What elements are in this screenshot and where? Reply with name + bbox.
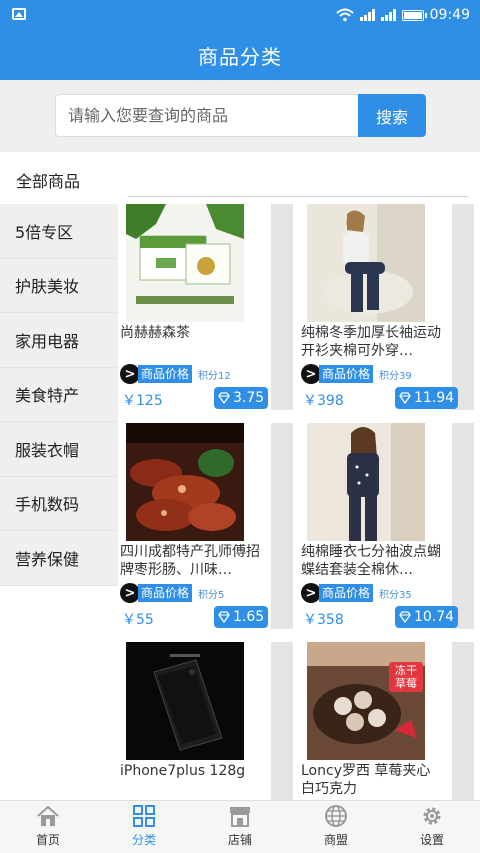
product-name: Loncy罗西 草莓夹心白巧克力: [301, 763, 431, 797]
search-input[interactable]: 请输入您要查询的商品: [55, 94, 359, 137]
divider: [128, 196, 468, 197]
home-icon: [37, 805, 59, 826]
product-image-pajamas: [307, 423, 425, 541]
chevron-right-icon: >: [301, 583, 321, 603]
bottom-nav: 首页 分类 店铺 商盟 设置: [0, 800, 480, 853]
sidebar-item-appliances[interactable]: 家用电器: [0, 313, 118, 368]
product-name: 尚赫赫森茶: [120, 325, 190, 341]
signal-icon: [359, 9, 375, 21]
product-name: 四川成都特产孔师傅招牌枣形肠、川味…: [120, 544, 260, 578]
product-price: ￥55: [122, 612, 154, 628]
gem-badge: 11.94: [395, 387, 459, 409]
sidebar-item-skincare[interactable]: 护肤美妆: [0, 258, 118, 313]
globe-icon: [325, 805, 347, 827]
price-tag: 商品价格: [138, 584, 193, 602]
category-all-label: 全部商品: [16, 172, 81, 191]
image-notification-icon: [12, 8, 26, 20]
product-card[interactable]: 四川成都特产孔师傅招牌枣形肠、川味… > 商品价格 积分5 ￥55 1.65: [118, 423, 293, 629]
diamond-icon: [218, 611, 230, 624]
product-name: iPhone7plus 128g: [120, 763, 246, 779]
search-bar: 请输入您要查询的商品 搜索: [0, 80, 480, 152]
category-icon: [133, 805, 155, 827]
gear-icon: [423, 807, 441, 825]
sidebar-item-5x[interactable]: 5倍专区: [0, 204, 118, 259]
gem-badge: 10.74: [395, 606, 459, 628]
points: 积分39: [379, 370, 412, 382]
diamond-icon: [218, 392, 230, 405]
sidebar-item-digital[interactable]: 手机数码: [0, 476, 118, 531]
product-name: 纯棉冬季加厚长袖运动开衫夹棉可外穿…: [301, 325, 441, 359]
battery-icon: [401, 9, 427, 21]
nav-category[interactable]: 分类: [96, 801, 192, 853]
points: 积分35: [379, 589, 412, 601]
nav-home[interactable]: 首页: [0, 801, 96, 853]
gem-badge: 3.75: [214, 387, 269, 409]
product-card[interactable]: 纯棉冬季加厚长袖运动开衫夹棉可外穿… > 商品价格 积分39 ￥398 11.9…: [299, 204, 474, 410]
points: 积分5: [198, 589, 225, 601]
diamond-icon: [399, 392, 411, 405]
product-image-chocolate: 冻干草莓: [307, 642, 425, 760]
chevron-right-icon: >: [120, 583, 140, 603]
product-image-sweater: [307, 204, 425, 322]
search-button[interactable]: 搜索: [358, 94, 426, 137]
sidebar-item-food[interactable]: 美食特产: [0, 367, 118, 422]
signal-2-icon: [380, 9, 396, 21]
product-price: ￥125: [122, 393, 163, 409]
sidebar-item-clothing[interactable]: 服装衣帽: [0, 422, 118, 477]
price-tag: 商品价格: [319, 365, 374, 383]
page-header: 商品分类: [0, 30, 480, 80]
price-tag: 商品价格: [319, 584, 374, 602]
chevron-right-icon: >: [120, 364, 140, 384]
chevron-right-icon: >: [301, 364, 321, 384]
page-title: 商品分类: [198, 44, 282, 69]
product-image-phone: [126, 642, 244, 760]
nav-alliance[interactable]: 商盟: [288, 801, 384, 853]
diamond-icon: [399, 611, 411, 624]
wifi-icon: [335, 8, 354, 22]
status-time: 09:49: [429, 7, 470, 23]
product-price: ￥398: [303, 393, 344, 409]
price-tag: 商品价格: [138, 365, 193, 383]
shop-icon: [230, 807, 250, 827]
sidebar-item-health[interactable]: 营养保健: [0, 531, 118, 586]
gem-badge: 1.65: [214, 606, 269, 628]
category-sidebar: 5倍专区 护肤美妆 家用电器 美食特产 服装衣帽 手机数码 营养保健: [0, 204, 118, 586]
product-card[interactable]: iPhone7plus 128g: [118, 642, 293, 800]
chocolate-image-text: 冻干草莓: [395, 664, 417, 690]
product-price: ￥358: [303, 612, 344, 628]
product-name: 纯棉睡衣七分袖波点蝴蝶结套装全棉休…: [301, 544, 441, 578]
product-image-sausage: [126, 423, 244, 541]
nav-settings[interactable]: 设置: [384, 801, 480, 853]
nav-shop[interactable]: 店铺: [192, 801, 288, 853]
status-bar: 09:49: [0, 0, 480, 30]
product-image-tea: [126, 204, 244, 322]
product-card[interactable]: 冻干草莓 Loncy罗西 草莓夹心白巧克力: [299, 642, 474, 800]
product-card[interactable]: 尚赫赫森茶 > 商品价格 积分12 ￥125 3.75: [118, 204, 293, 410]
points: 积分12: [198, 370, 231, 382]
product-grid: 尚赫赫森茶 > 商品价格 积分12 ￥125 3.75 纯棉冬季加厚长袖运动开衫…: [118, 204, 480, 800]
product-card[interactable]: 纯棉睡衣七分袖波点蝴蝶结套装全棉休… > 商品价格 积分35 ￥358 10.7…: [299, 423, 474, 629]
